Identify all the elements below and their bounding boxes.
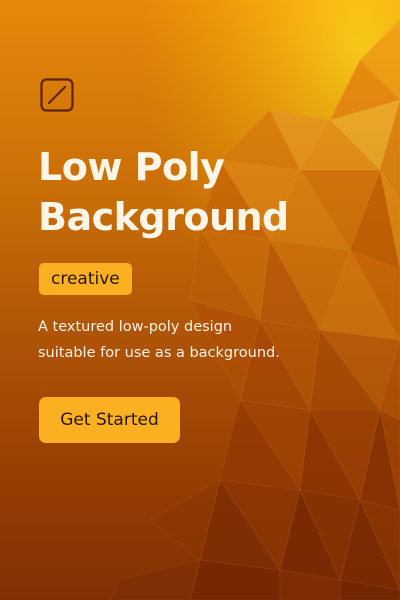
title-line-2: Background xyxy=(38,195,289,239)
get-started-button[interactable]: Get Started xyxy=(39,397,180,443)
slashed-square-icon xyxy=(40,78,74,112)
description: A textured low-poly design suitable for … xyxy=(38,314,338,366)
hero-screen: Low Poly Background creative A textured … xyxy=(0,0,400,600)
description-line-1: A textured low-poly design xyxy=(38,319,233,335)
page-title: Low Poly Background xyxy=(38,142,289,242)
title-line-1: Low Poly xyxy=(38,145,225,189)
description-line-2: suitable for use as a background. xyxy=(38,345,280,361)
category-badge: creative xyxy=(39,263,132,295)
